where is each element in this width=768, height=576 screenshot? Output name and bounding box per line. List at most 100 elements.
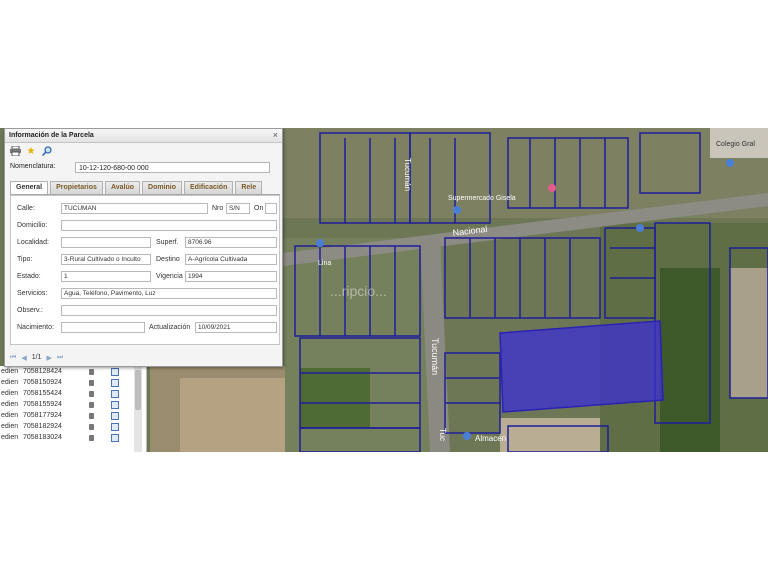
label-tucuman-mid: Tucumán (430, 338, 440, 375)
info-icon[interactable] (111, 433, 119, 442)
list-item-type: edien (1, 390, 19, 397)
label-colegio: Colegio Gral (716, 141, 755, 148)
actualizacion-label: Actualización (149, 324, 191, 331)
label-tucuman-low: Tuc (438, 428, 447, 441)
label-almacen: Almacen (475, 434, 506, 443)
screenshot-area: Nacional Tucumán Tucumán Tuc Supermercad… (0, 128, 768, 452)
dialog-title: Información de la Parcela (9, 132, 94, 139)
poi-pin-icon[interactable] (726, 159, 734, 167)
next-page-icon[interactable]: ▶ (46, 354, 51, 362)
list-item[interactable]: edien 7058128424 (0, 366, 146, 377)
label-tucuman-top: Tucumán (403, 158, 412, 191)
dialog-tabs: General Propietarios Avalúo Dominio Edif… (10, 181, 280, 195)
trash-icon[interactable] (87, 412, 97, 420)
trash-icon[interactable] (87, 379, 97, 387)
close-icon[interactable]: × (273, 129, 278, 142)
poi-pin-icon[interactable] (463, 432, 471, 440)
list-scrollbar[interactable] (134, 366, 142, 452)
on-field[interactable] (265, 203, 277, 214)
dialog-pager: ⏮ ◀ 1/1 ▶ ⏭ (10, 351, 280, 364)
list-item-type: edien (1, 401, 19, 408)
actualizacion-field[interactable]: 10/09/2021 (195, 322, 277, 333)
list-item-type: edien (1, 434, 19, 441)
map-watermark: ...ripcio... (330, 283, 387, 299)
nro-field[interactable]: S/N (226, 203, 250, 214)
magnifier-icon[interactable] (41, 145, 53, 157)
trash-icon[interactable] (87, 368, 97, 376)
nomenclatura-label: Nomenclatura: (10, 163, 56, 170)
poi-pin-icon[interactable] (548, 184, 556, 192)
tab-propietarios[interactable]: Propietarios (50, 181, 103, 194)
tab-rele[interactable]: Rele (235, 181, 263, 194)
domicilio-field[interactable] (61, 220, 277, 231)
destino-field[interactable]: A-Agrícola Cultivada (185, 254, 277, 265)
list-item-id: 7058128424 (23, 368, 62, 375)
calle-field[interactable]: TUCUMAN (61, 203, 208, 214)
estado-field[interactable]: 1 (61, 271, 151, 282)
poi-pin-icon[interactable] (453, 206, 461, 214)
vigencia-field[interactable]: 1994 (185, 271, 277, 282)
tab-avaluo[interactable]: Avalúo (104, 181, 141, 194)
trash-icon[interactable] (87, 401, 97, 409)
nomenclatura-field[interactable]: 10-12-120-680-00 000 (75, 162, 270, 173)
info-icon[interactable] (111, 389, 119, 398)
servicios-label: Servicios: (17, 290, 48, 297)
list-item-type: edien (1, 379, 19, 386)
info-icon[interactable] (111, 411, 119, 420)
tab-general[interactable]: General (10, 181, 49, 194)
poi-pin-icon[interactable] (316, 239, 324, 247)
nro-label: Nro (212, 205, 224, 212)
list-item-id: 7058155924 (23, 401, 62, 408)
list-item-id: 7058177924 (23, 412, 62, 419)
info-icon[interactable] (111, 400, 119, 409)
servicios-field[interactable]: Agua, Teléfono, Pavimento, Luz (61, 288, 277, 299)
page-indicator: 1/1 (31, 354, 42, 361)
info-icon[interactable] (111, 378, 119, 387)
results-list: edien 7058128424 edien 7058150924 edien 70581… (0, 366, 147, 452)
tipo-label: Tipo: (17, 256, 33, 263)
observ-label: Observ.: (17, 307, 43, 314)
list-item[interactable]: edien 7058155924 (0, 399, 146, 410)
tipo-field[interactable]: 3-Rural Cultivado o Inculto (61, 254, 151, 265)
highlighted-parcel[interactable] (499, 320, 664, 413)
localidad-field[interactable] (61, 237, 151, 248)
list-item[interactable]: edien 7058177924 (0, 410, 146, 421)
label-supermercado: Supermercado Gisela (448, 195, 516, 202)
nacimiento-field[interactable] (61, 322, 145, 333)
list-item-type: edien (1, 412, 19, 419)
vigencia-label: Vigencia (156, 273, 183, 280)
dialog-title-bar[interactable]: Información de la Parcela × (5, 129, 282, 143)
observ-field[interactable] (61, 305, 277, 316)
list-item[interactable]: edien 7058183024 (0, 432, 146, 443)
trash-icon[interactable] (87, 434, 97, 442)
superf-label: Superf. (156, 239, 179, 246)
destino-label: Destino (156, 256, 180, 263)
list-item[interactable]: edien 7058150924 (0, 377, 146, 388)
prev-page-icon[interactable]: ◀ (21, 354, 26, 362)
trash-icon[interactable] (87, 390, 97, 398)
list-item-type: edien (1, 423, 19, 430)
poi-pin-icon[interactable] (636, 224, 644, 232)
list-item-type: edien (1, 368, 19, 375)
tab-dominio[interactable]: Dominio (142, 181, 183, 194)
dialog-toolbar: ★ (5, 143, 282, 159)
superf-field[interactable]: 8706.96 (185, 237, 277, 248)
last-page-icon[interactable]: ⏭ (57, 354, 63, 362)
first-page-icon[interactable]: ⏮ (10, 354, 16, 362)
nacimiento-label: Nacimiento: (17, 324, 54, 331)
general-form: Calle: TUCUMAN Nro S/N On Domicilio: Loc… (10, 195, 280, 345)
estado-label: Estado: (17, 273, 41, 280)
list-item-id: 7058183024 (23, 434, 62, 441)
info-icon[interactable] (111, 422, 119, 431)
info-icon[interactable] (111, 367, 119, 376)
printer-icon[interactable] (9, 145, 21, 157)
domicilio-label: Domicilio: (17, 222, 48, 229)
list-item[interactable]: edien 7058155424 (0, 388, 146, 399)
list-item-id: 7058182924 (23, 423, 62, 430)
list-item-id: 7058150924 (23, 379, 62, 386)
on-label: On (254, 205, 264, 212)
list-item[interactable]: edien 7058182924 (0, 421, 146, 432)
tab-edificacion[interactable]: Edificación (184, 181, 234, 194)
trash-icon[interactable] (87, 423, 97, 431)
star-icon[interactable]: ★ (25, 145, 37, 157)
